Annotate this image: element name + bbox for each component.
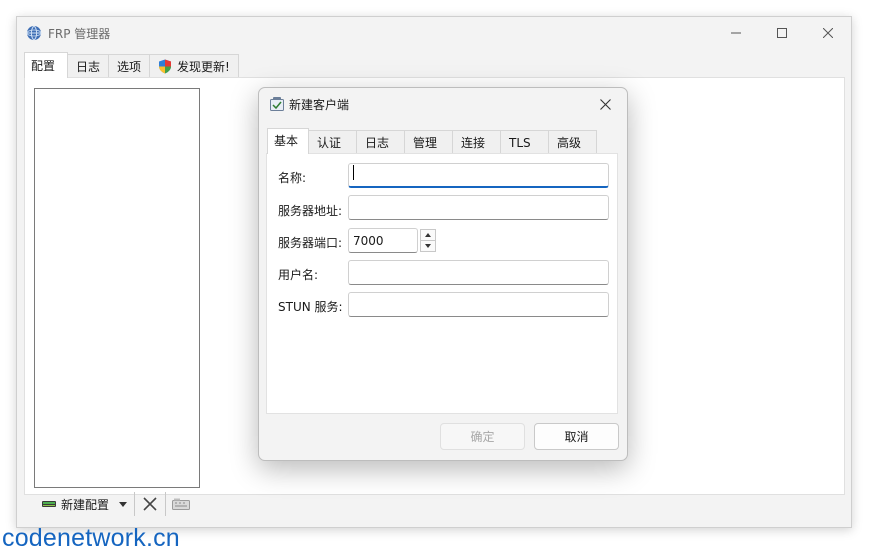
new-config-button[interactable]: 新建配置 [25,491,115,517]
watermark: codenetwork.cn [2,524,180,550]
close-icon [823,28,833,38]
tab-options[interactable]: 选项 [108,54,151,78]
username-input[interactable] [348,260,609,285]
toolbar: 新建配置 [25,489,193,519]
name-label: 名称: [278,171,307,185]
dropdown-arrow-icon [119,501,128,507]
minimize-icon [731,32,741,34]
delete-icon [143,497,157,511]
text-caret [353,165,354,180]
close-icon [599,98,611,110]
cancel-button[interactable]: 取消 [534,423,619,450]
toolbar-separator [165,492,167,516]
tab-log[interactable]: 日志 [67,54,110,78]
port-increment-button[interactable] [420,229,436,241]
tab-update[interactable]: 发现更新! [149,54,239,78]
tab-connection[interactable]: 连接 [452,130,502,154]
stun-server-label: STUN 服务: [278,300,343,314]
server-port-input[interactable] [348,228,418,253]
toolbar-separator [134,492,136,516]
delete-config-button[interactable] [138,491,162,517]
new-config-label: 新建配置 [61,497,110,512]
maximize-icon [777,28,787,38]
tab-advanced[interactable]: 高级 [548,130,598,154]
titlebar: FRP 管理器 [17,17,851,49]
new-client-dialog: 新建客户端 基本 认证 日志 管理 连接 TLS 高级 名称: 服务器地址: 服… [258,87,628,461]
ok-button[interactable]: 确定 [440,423,525,450]
dialog-titlebar: 新建客户端 [259,88,627,120]
dialog-close-button[interactable] [583,88,627,120]
window-title: FRP 管理器 [48,27,111,41]
minimize-button[interactable] [713,17,759,49]
tab-admin[interactable]: 管理 [404,130,454,154]
close-button[interactable] [805,17,851,49]
port-decrement-button[interactable] [420,241,436,252]
server-port-label: 服务器端口: [278,236,343,250]
main-tabs: 配置 日志 选项 发现更新! [24,52,239,78]
tab-tls[interactable]: TLS [500,130,550,154]
username-label: 用户名: [278,268,319,282]
new-config-dropdown[interactable] [115,491,131,517]
new-config-icon [42,501,56,507]
dialog-tabs: 基本 认证 日志 管理 连接 TLS 高级 [267,128,598,154]
tab-basic[interactable]: 基本 [267,128,310,154]
dialog-title: 新建客户端 [289,98,350,112]
stun-server-input[interactable] [348,292,609,317]
basic-settings-panel: 名称: 服务器地址: 服务器端口: 用户名: STUN 服务: [266,153,618,414]
import-config-button[interactable] [169,491,193,517]
keyboard-icon [172,498,191,510]
server-port-spinner [420,229,436,252]
server-address-input[interactable] [348,195,609,220]
tab-label: 配置 [31,58,56,73]
tab-config[interactable]: 配置 [24,52,69,78]
spin-down-icon [425,244,431,248]
tab-label: 发现更新! [177,59,230,74]
spin-up-icon [425,233,431,237]
tab-log[interactable]: 日志 [356,130,406,154]
shield-icon [159,59,172,74]
server-address-label: 服务器地址: [278,204,343,218]
tab-label: 选项 [117,59,142,74]
tab-label: 日志 [76,59,101,74]
maximize-button[interactable] [759,17,805,49]
config-list[interactable] [34,88,200,488]
tab-auth[interactable]: 认证 [308,130,358,154]
name-input[interactable] [348,163,609,188]
client-icon [270,97,284,111]
globe-icon [26,25,42,41]
